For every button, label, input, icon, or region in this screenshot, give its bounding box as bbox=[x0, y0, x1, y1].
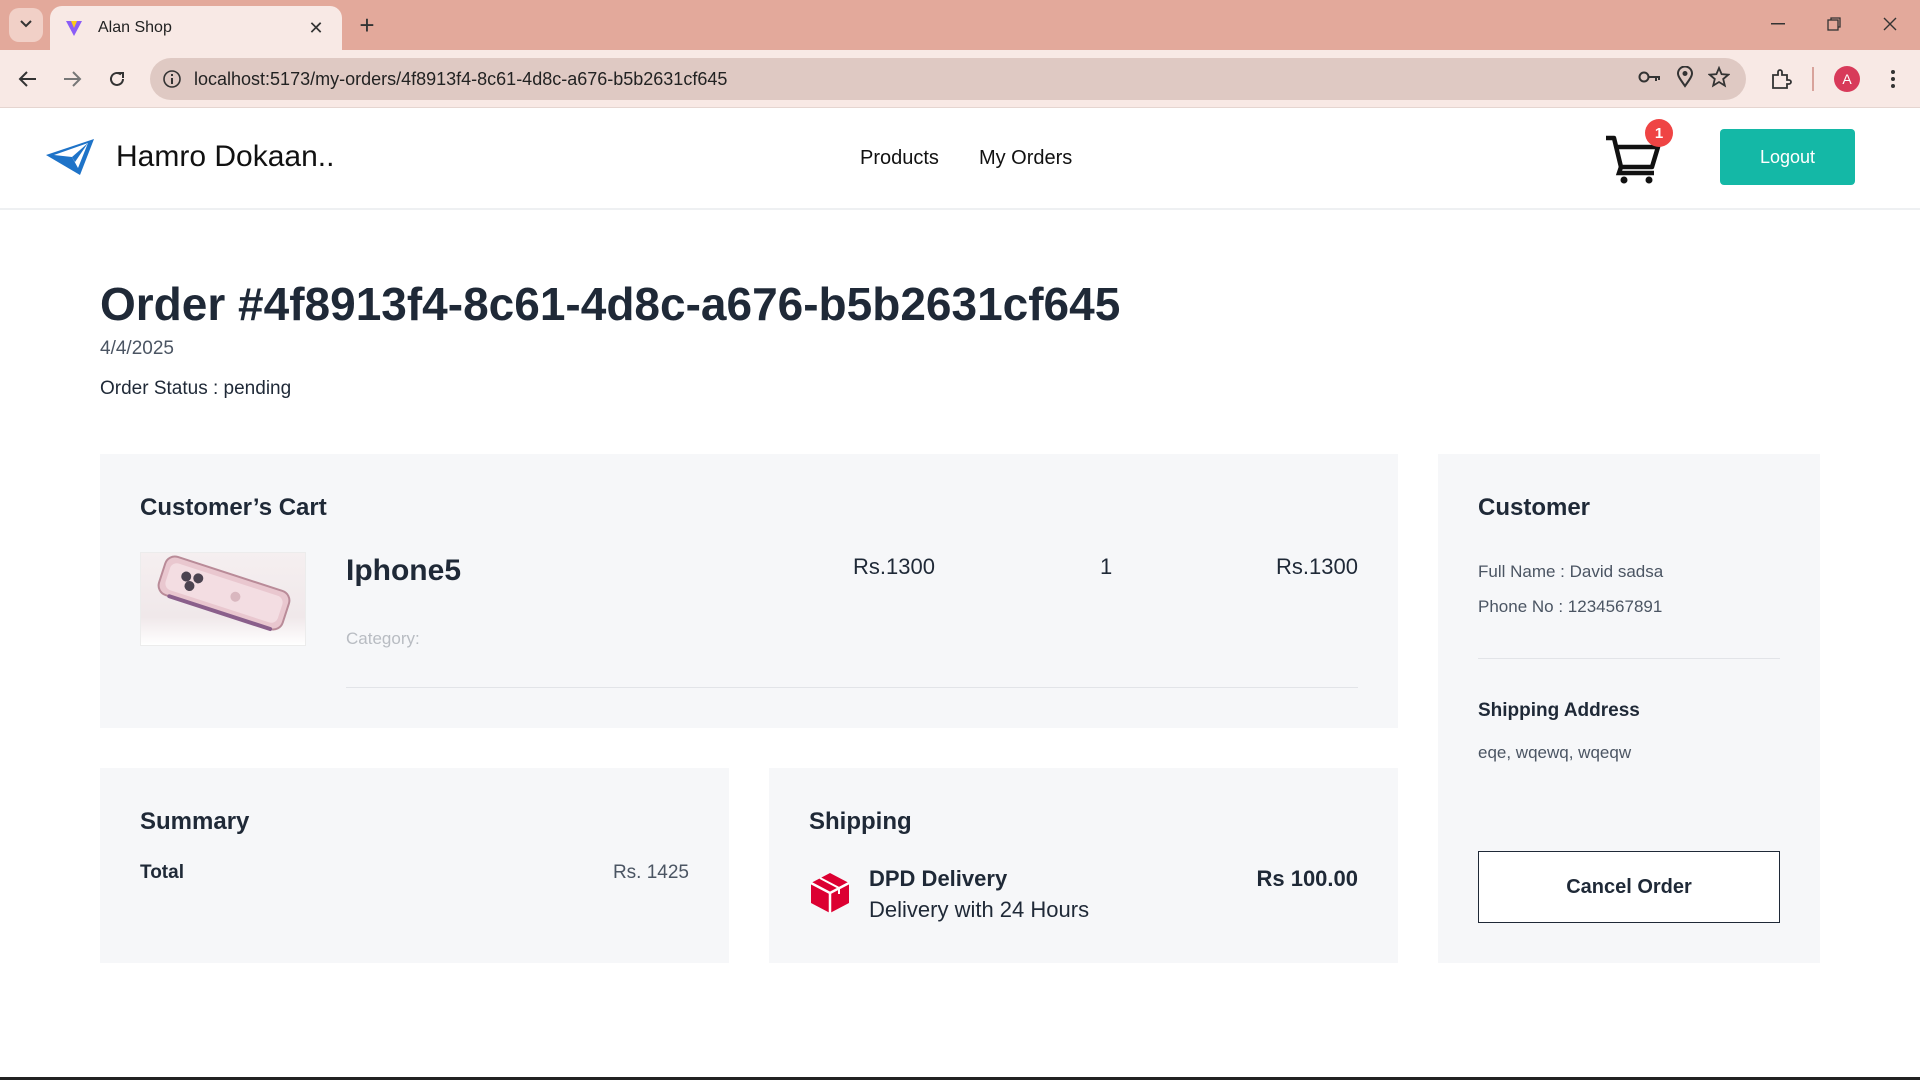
customer-full-name: Full Name : David sadsa bbox=[1478, 562, 1664, 581]
nav-products[interactable]: Products bbox=[860, 147, 939, 170]
forward-icon[interactable] bbox=[56, 63, 88, 95]
vite-favicon-icon bbox=[64, 18, 84, 38]
address-bar[interactable]: localhost:5173/my-orders/4f8913f4-8c61-4… bbox=[150, 58, 1746, 100]
summary-heading: Summary bbox=[140, 808, 250, 835]
tab-search-button[interactable] bbox=[9, 8, 43, 42]
browser-toolbar: localhost:5173/my-orders/4f8913f4-8c61-4… bbox=[0, 50, 1920, 108]
customer-divider bbox=[1478, 658, 1780, 659]
logout-button[interactable]: Logout bbox=[1720, 129, 1855, 185]
order-title: Order #4f8913f4-8c61-4d8c-a676-b5b2631cf… bbox=[100, 278, 1121, 330]
chevron-down-icon bbox=[19, 16, 33, 34]
tab-close-icon[interactable]: ✕ bbox=[304, 16, 328, 40]
summary-total-value: Rs. 1425 bbox=[612, 862, 689, 883]
summary-total-label: Total bbox=[140, 862, 184, 883]
browser-menu-icon[interactable] bbox=[1877, 63, 1909, 95]
password-key-icon[interactable] bbox=[1638, 69, 1662, 90]
nav-my-orders[interactable]: My Orders bbox=[979, 147, 1072, 170]
order-status: Order Status : pending bbox=[100, 378, 292, 399]
customer-phone: Phone No : 1234567891 bbox=[1478, 597, 1663, 616]
product-line-total: Rs.1300 bbox=[1276, 554, 1358, 579]
shipping-method-description: Delivery with 24 Hours bbox=[869, 897, 1090, 922]
profile-avatar[interactable]: A bbox=[1834, 66, 1860, 92]
restore-button[interactable] bbox=[1806, 0, 1862, 48]
location-icon[interactable] bbox=[1676, 65, 1694, 93]
cart-count-badge: 1 bbox=[1645, 119, 1673, 147]
toolbar-separator bbox=[1812, 67, 1814, 91]
brand-name: Hamro Dokaan.. bbox=[116, 140, 335, 173]
browser-tab-bar: Alan Shop ✕ + bbox=[0, 0, 1920, 50]
site-info-icon[interactable] bbox=[150, 58, 194, 100]
shipping-address-heading: Shipping Address bbox=[1478, 700, 1640, 721]
summary-panel: Summary Total Rs. 1425 bbox=[100, 768, 729, 963]
product-name: Iphone5 bbox=[346, 554, 462, 587]
customer-heading: Customer bbox=[1478, 494, 1591, 521]
shipping-price: Rs 100.00 bbox=[1256, 866, 1358, 891]
bookmark-star-icon[interactable] bbox=[1707, 65, 1731, 93]
brand[interactable]: Hamro Dokaan.. bbox=[44, 135, 334, 179]
close-window-button[interactable] bbox=[1862, 0, 1918, 48]
site-header: Hamro Dokaan.. Products My Orders 1 Logo… bbox=[0, 109, 1920, 210]
url-text[interactable]: localhost:5173/my-orders/4f8913f4-8c61-4… bbox=[194, 69, 1638, 90]
shipping-method-name: DPD Delivery bbox=[869, 866, 1008, 891]
shipping-heading: Shipping bbox=[809, 808, 912, 835]
customer-cart-panel: Customer’s Cart Iphone5 Category: Rs.130… bbox=[100, 454, 1398, 728]
product-price: Rs.1300 bbox=[853, 554, 935, 579]
dpd-package-icon bbox=[809, 872, 851, 914]
customer-panel: Customer Full Name : David sadsa Phone N… bbox=[1438, 454, 1820, 963]
back-icon[interactable] bbox=[12, 63, 44, 95]
product-image bbox=[140, 552, 306, 646]
browser-tab[interactable]: Alan Shop ✕ bbox=[50, 6, 342, 50]
cancel-order-button[interactable]: Cancel Order bbox=[1478, 851, 1780, 923]
shipping-panel: Shipping DPD Delivery Delivery with 24 H… bbox=[769, 768, 1398, 963]
paper-plane-logo-icon bbox=[44, 135, 96, 179]
product-category: Category: bbox=[346, 629, 420, 648]
minimize-button[interactable] bbox=[1750, 0, 1806, 48]
product-quantity: 1 bbox=[1100, 554, 1113, 579]
main-nav: Products My Orders bbox=[860, 147, 1072, 170]
new-tab-button[interactable]: + bbox=[352, 10, 382, 40]
extensions-icon[interactable] bbox=[1765, 63, 1797, 95]
tab-title: Alan Shop bbox=[98, 19, 172, 36]
order-date: 4/4/2025 bbox=[100, 338, 174, 359]
shipping-address: eqe, wqewq, wqeqw bbox=[1478, 743, 1632, 762]
reload-icon[interactable] bbox=[101, 63, 133, 95]
cart-heading: Customer’s Cart bbox=[140, 494, 327, 521]
cart-divider bbox=[346, 687, 1358, 688]
